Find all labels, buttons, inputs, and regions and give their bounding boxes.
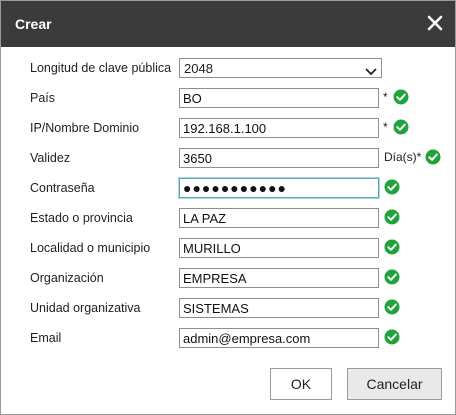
validity-input[interactable] <box>179 148 379 168</box>
check-circle-icon <box>384 299 400 315</box>
organization-label: Organización <box>30 271 104 285</box>
cancel-button[interactable]: Cancelar <box>347 368 442 400</box>
row-org-unit: Unidad organizativa <box>1 298 455 320</box>
country-label: País <box>30 91 56 105</box>
row-password: Contraseña <box>1 178 455 200</box>
required-mark: * <box>383 90 388 104</box>
key-length-label: Longitud de clave pública <box>30 61 172 75</box>
validity-label: Validez <box>30 151 71 165</box>
check-circle-icon <box>384 179 400 195</box>
row-validity: Validez Día(s)* <box>1 148 455 170</box>
check-circle-icon <box>384 269 400 285</box>
check-circle-icon <box>384 329 400 345</box>
key-length-select[interactable]: 2048 <box>179 58 382 78</box>
close-icon[interactable] <box>423 11 447 35</box>
state-label: Estado o provincia <box>30 211 133 225</box>
create-certificate-dialog: Crear Longitud de clave pública 2048 Paí… <box>0 0 456 415</box>
check-circle-icon <box>384 209 400 225</box>
check-circle-icon <box>393 89 409 105</box>
dialog-title: Crear <box>15 16 52 32</box>
chevron-down-icon <box>365 64 377 76</box>
validity-unit: Día(s)* <box>384 150 422 164</box>
email-label: Email <box>30 331 62 345</box>
check-circle-icon <box>393 119 409 135</box>
check-circle-icon <box>384 239 400 255</box>
key-length-value: 2048 <box>184 61 213 76</box>
row-email: Email <box>1 328 455 350</box>
locality-label: Localidad o municipio <box>30 241 151 255</box>
row-country: País * <box>1 88 455 110</box>
ip-domain-input[interactable] <box>179 118 379 138</box>
row-locality: Localidad o municipio <box>1 238 455 260</box>
password-label: Contraseña <box>30 181 95 195</box>
ip-domain-label: IP/Nombre Dominio <box>30 121 140 135</box>
ok-button[interactable]: OK <box>270 368 332 400</box>
org-unit-label: Unidad organizativa <box>30 301 141 315</box>
password-input[interactable] <box>179 178 379 198</box>
row-state: Estado o provincia <box>1 208 455 230</box>
row-key-length: Longitud de clave pública 2048 <box>1 58 455 80</box>
locality-input[interactable] <box>179 238 379 258</box>
org-unit-input[interactable] <box>179 298 379 318</box>
country-input[interactable] <box>179 88 379 108</box>
check-circle-icon <box>425 149 441 165</box>
state-input[interactable] <box>179 208 379 228</box>
organization-input[interactable] <box>179 268 379 288</box>
required-mark: * <box>383 120 388 134</box>
email-input[interactable] <box>179 328 379 348</box>
row-ip-domain: IP/Nombre Dominio * <box>1 118 455 140</box>
row-organization: Organización <box>1 268 455 290</box>
dialog-titlebar: Crear <box>1 1 455 47</box>
